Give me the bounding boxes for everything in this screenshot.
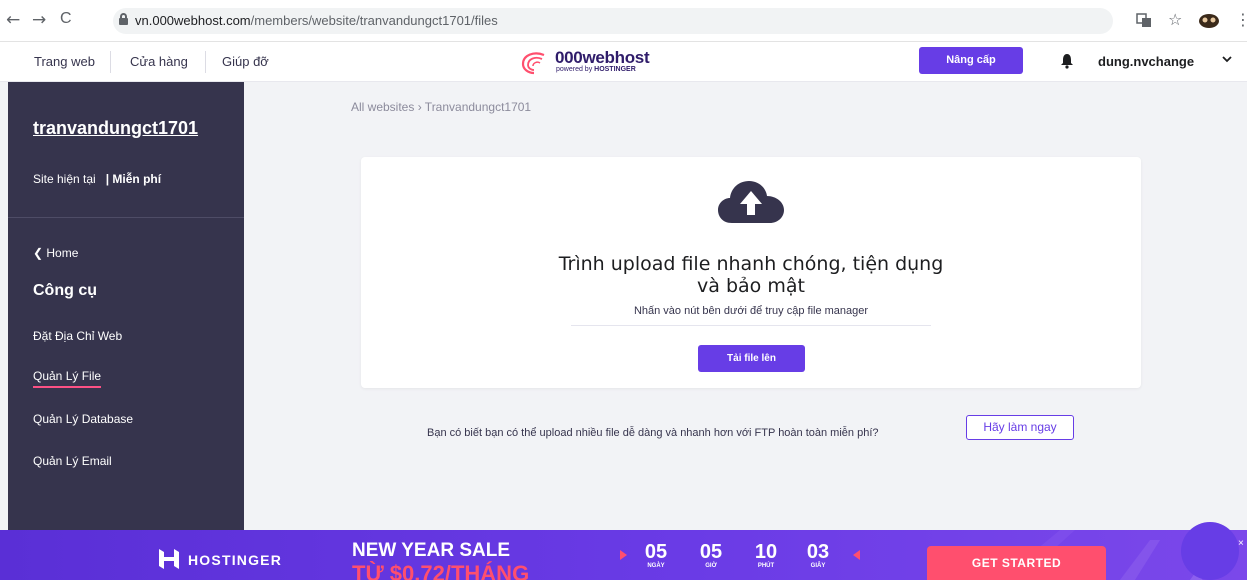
- chat-widget-icon[interactable]: [1181, 522, 1239, 580]
- translate-icon[interactable]: [1136, 12, 1152, 28]
- countdown-hours: 05 GIỜ: [696, 542, 726, 569]
- chevron-down-icon[interactable]: [1222, 55, 1232, 63]
- countdown-seconds-label: GIÂY: [810, 563, 826, 569]
- countdown-hours-value: 05: [699, 541, 723, 563]
- promo-sale-title: NEW YEAR SALE: [352, 540, 511, 561]
- cloud-upload-icon: [718, 181, 784, 223]
- sidebar-item-email[interactable]: Quản Lý Email: [33, 454, 112, 468]
- back-arrow-icon[interactable]: ←: [6, 10, 20, 30]
- upload-card-title: Trình upload file nhanh chóng, tiện dụng…: [558, 253, 944, 297]
- site-current-label: Site hiện tại: [33, 172, 96, 186]
- extension-icon[interactable]: [1198, 11, 1220, 29]
- sidebar-divider: [8, 217, 244, 218]
- user-menu-name[interactable]: dung.nvchange: [1098, 54, 1194, 69]
- countdown-days: 05 NGÀY: [641, 542, 671, 569]
- browser-toolbar: ← → C vn.000webhost.com/members/website/…: [0, 0, 1247, 42]
- nav-divider: [110, 51, 111, 73]
- countdown-minutes-label: PHÚT: [757, 563, 775, 569]
- upload-card: Trình upload file nhanh chóng, tiện dụng…: [361, 157, 1141, 388]
- url-path: /members/website/tranvandungct1701/files: [250, 13, 498, 28]
- upload-card-subtitle: Nhấn vào nút bên dưới để truy cập file m…: [633, 305, 869, 317]
- countdown-seconds-value: 03: [806, 541, 830, 563]
- get-started-button[interactable]: GET STARTED: [927, 546, 1106, 580]
- countdown-seconds: 03 GIÂY: [803, 542, 833, 569]
- sidebar-item-web-address[interactable]: Đặt Địa Chỉ Web: [33, 329, 122, 343]
- card-divider: [571, 325, 931, 326]
- upload-files-button[interactable]: Tải file lên: [698, 345, 805, 372]
- sidebar: tranvandungct1701 Site hiện tại | Miễn p…: [8, 82, 244, 530]
- url-text: vn.000webhost.com/members/website/tranva…: [135, 13, 498, 28]
- nav-link-help[interactable]: Giúp đỡ: [222, 54, 269, 69]
- countdown-minutes: 10 PHÚT: [751, 542, 781, 569]
- site-status: Site hiện tại | Miễn phí: [33, 172, 161, 186]
- site-name-link[interactable]: tranvandungct1701: [33, 118, 223, 138]
- countdown-left-arrow-icon: [620, 550, 627, 560]
- url-host: vn.000webhost.com: [135, 13, 251, 28]
- sidebar-item-file-manager[interactable]: Quản Lý File: [33, 369, 102, 388]
- ftp-try-now-button[interactable]: Hãy làm ngay: [966, 415, 1074, 440]
- sidebar-home-link[interactable]: ❮ Home: [33, 246, 78, 260]
- reload-icon[interactable]: C: [60, 10, 72, 28]
- countdown-minutes-value: 10: [754, 541, 778, 563]
- breadcrumb[interactable]: All websites › Tranvandungct1701: [351, 100, 531, 114]
- logo-brand-text: 000webhost: [555, 48, 650, 67]
- nav-link-websites[interactable]: Trang web: [34, 54, 95, 69]
- close-icon[interactable]: ×: [1238, 538, 1244, 549]
- countdown-right-arrow-icon: [853, 550, 860, 560]
- bookmark-star-icon[interactable]: ☆: [1168, 10, 1182, 29]
- countdown-days-label: NGÀY: [647, 563, 665, 569]
- forward-arrow-icon[interactable]: →: [32, 10, 46, 30]
- site-plan-label: | Miễn phí: [105, 172, 162, 186]
- upgrade-button[interactable]: Nâng cấp: [919, 47, 1023, 74]
- notification-bell-icon[interactable]: [1060, 53, 1074, 69]
- lock-icon: [119, 13, 128, 25]
- address-bar[interactable]: vn.000webhost.com/members/website/tranva…: [113, 8, 1113, 34]
- countdown-hours-label: GIỜ: [705, 563, 717, 569]
- hostinger-mark-icon: [159, 549, 179, 569]
- hostinger-wordmark: HOSTINGER: [188, 552, 283, 568]
- sidebar-tools-heading: Công cụ: [33, 282, 97, 299]
- nav-divider: [205, 51, 206, 73]
- countdown-days-value: 05: [644, 541, 668, 563]
- logo-powered-brand: HOSTINGER: [594, 66, 636, 73]
- browser-menu-icon[interactable]: ⋮: [1235, 10, 1247, 29]
- logo-powered-prefix: powered by: [556, 66, 595, 73]
- logo-swirl-icon: [521, 52, 545, 75]
- ftp-tip-text: Bạn có biết bạn có thể upload nhiều file…: [427, 427, 879, 439]
- promo-sale-price: TỪ $0.72/THÁNG: [352, 561, 530, 580]
- sidebar-item-database[interactable]: Quản Lý Database: [33, 412, 133, 426]
- logo-powered-by: powered by HOSTINGER: [556, 66, 636, 73]
- nav-link-store[interactable]: Cửa hàng: [130, 54, 188, 69]
